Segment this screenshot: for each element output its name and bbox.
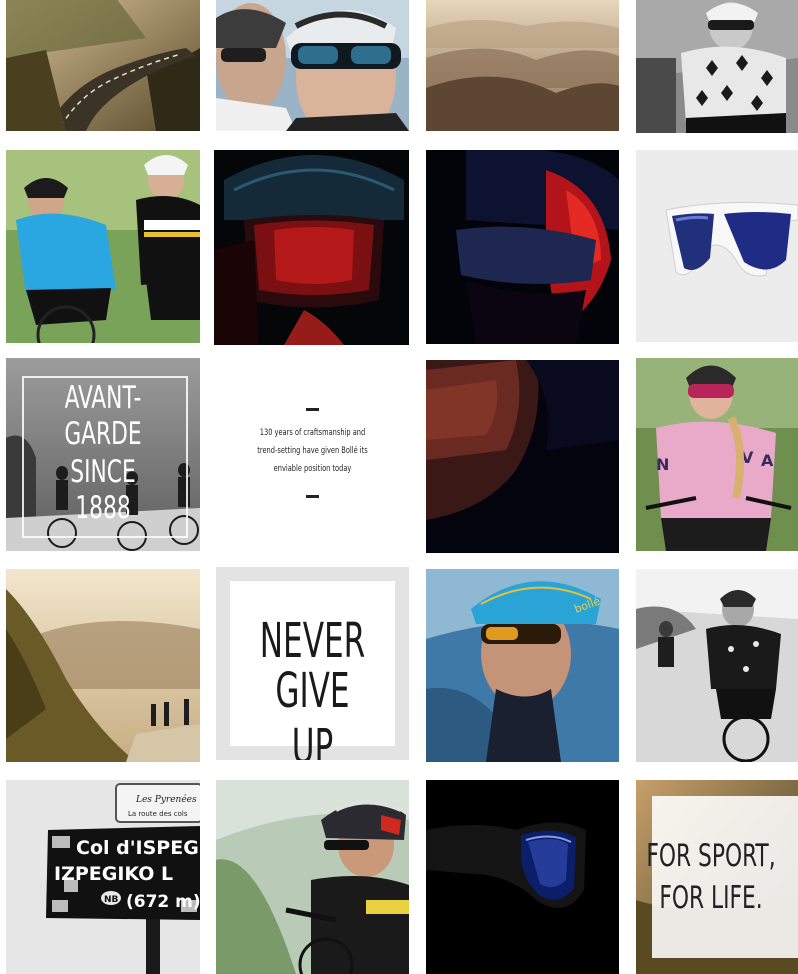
riders-sunglasses-photo[interactable] [216, 0, 409, 131]
two-cyclists-photo[interactable] [6, 150, 200, 343]
sign-altitude: (672 m) [126, 892, 200, 912]
heritage-text-tile: 130 years of craftsmanship and trend-set… [216, 358, 409, 551]
never-line-1: NEVER [259, 613, 366, 669]
sport-line-2: FOR LIFE. [659, 880, 763, 916]
bw-rider-photo[interactable] [636, 0, 798, 133]
sport-box [652, 796, 798, 958]
hillside-rider-photo[interactable] [216, 780, 409, 974]
avant-line-3: SINCE [70, 454, 136, 490]
never-give-up-tile: NEVER GIVE UP [216, 567, 409, 760]
dark-face-photo[interactable] [426, 360, 619, 553]
avant-garde-photo[interactable]: AVANT- GARDE SINCE 1888 [6, 358, 200, 551]
hills-riders-photo[interactable] [6, 569, 200, 762]
divider-top [306, 408, 319, 411]
sign-col-line: Col d'ISPEG [76, 837, 199, 859]
red-lit-face-photo[interactable] [426, 150, 619, 344]
for-sport-tile[interactable]: FOR SPORT, FOR LIFE. [636, 780, 798, 974]
sport-line-1: FOR SPORT, [646, 838, 776, 874]
svg-text:A: A [761, 451, 774, 470]
never-box: NEVER GIVE UP [230, 581, 395, 760]
avant-line-4: 1888 [75, 490, 131, 526]
heritage-line-2: trend-setting have given Bollé its [257, 446, 368, 456]
sign-top-sub: La route des cols [128, 810, 188, 818]
red-lit-helmet-photo[interactable] [214, 150, 409, 345]
svg-text:N: N [656, 455, 669, 474]
mountain-road-photo[interactable] [6, 0, 200, 131]
dark-sunglasses-photo[interactable] [426, 780, 619, 974]
blue-helmet-man-photo[interactable]: bollé [426, 569, 619, 762]
sign-nb: NB [104, 895, 119, 905]
sign-top-plate: Les Pyrenées [135, 794, 197, 805]
bw-road-rider-photo[interactable] [636, 569, 798, 762]
smiling-rider-photo[interactable]: NVA [636, 358, 798, 551]
white-sunglasses-photo[interactable] [636, 150, 798, 342]
avant-line-1: AVANT- [64, 380, 142, 416]
sign-name-line: IZPEGIKO L [54, 863, 173, 885]
heritage-line-1: 130 years of craftsmanship and [259, 428, 366, 438]
heritage-line-3: enviable position today [273, 464, 352, 474]
avant-line-2: GARDE [64, 416, 142, 452]
never-line-2: GIVE UP [275, 663, 350, 760]
photo-grid: AVANT- GARDE SINCE 1888 130 years of cra… [0, 0, 798, 974]
misty-valley-photo[interactable] [426, 0, 619, 131]
col-sign-photo[interactable]: Les Pyrenées La route des cols Col d'ISP… [6, 780, 200, 974]
divider-bottom [306, 495, 319, 498]
